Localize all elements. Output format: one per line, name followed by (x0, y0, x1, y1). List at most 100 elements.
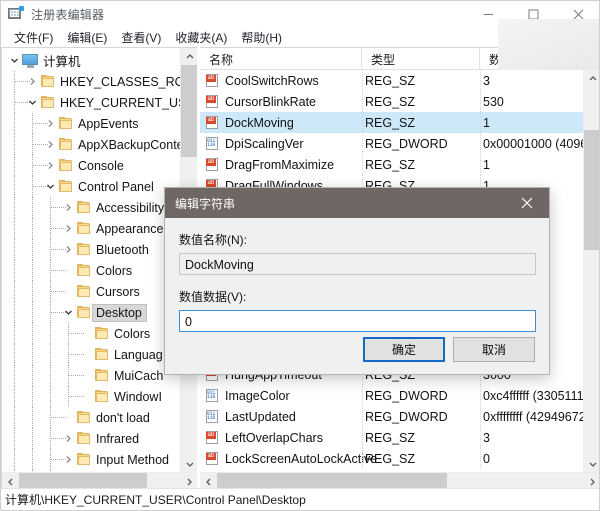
tree-guide-line (50, 344, 51, 365)
tree-item[interactable]: 计算机 (2, 50, 180, 71)
tree-item-label: MuiCach (114, 369, 167, 383)
menu-item-0[interactable]: 文件(F) (7, 27, 60, 48)
tree-item[interactable]: Cursors (2, 281, 180, 302)
table-row[interactable]: 011110ImageColorREG_DWORD0xc4ffffff (330… (200, 385, 600, 406)
dialog-close-icon[interactable] (504, 188, 549, 218)
tree-guide-line (68, 354, 84, 355)
list-scroll-down-icon[interactable] (584, 455, 600, 472)
table-row[interactable]: abCursorBlinkRateREG_SZ530 (200, 91, 600, 112)
tree-guide-line (68, 375, 84, 376)
list-cell-divider (480, 427, 481, 448)
table-row[interactable]: abLockScreenAutoLockActiveREG_SZ0 (200, 448, 600, 469)
list-cell-divider (362, 70, 363, 91)
tree-scroll-down-icon[interactable] (181, 455, 197, 472)
tree-item[interactable]: Accessibility (2, 197, 180, 218)
list-column-header[interactable]: 名称 (200, 48, 362, 70)
value-data-input[interactable]: 0 (179, 310, 536, 332)
table-row[interactable]: 011110LastUpdatedREG_DWORD0xffffffff (42… (200, 406, 600, 427)
tree-item[interactable]: Desktop (2, 302, 180, 323)
list-scroll-up-icon[interactable] (584, 70, 600, 87)
folder-icon (94, 327, 110, 341)
table-row[interactable]: abLeftOverlapCharsREG_SZ3 (200, 427, 600, 448)
tree-item-label: 计算机 (43, 51, 85, 70)
cancel-button[interactable]: 取消 (453, 337, 535, 362)
table-row[interactable]: abCoolSwitchRowsREG_SZ3 (200, 70, 600, 91)
registry-editor-icon (8, 6, 24, 22)
table-row[interactable]: 011110DpiScalingVerREG_DWORD0x00001000 (… (200, 133, 600, 154)
tree-item-label: WindowI (114, 390, 166, 404)
list-vertical-scrollbar[interactable] (583, 70, 600, 472)
tree-guide-line (32, 123, 48, 124)
tree-item[interactable]: HKEY_CURRENT_USER (2, 92, 180, 113)
table-row[interactable]: abDockMovingREG_SZ1 (200, 112, 600, 133)
list-horizontal-scrollbar[interactable] (200, 472, 600, 489)
tree-item[interactable]: AppEvents (2, 113, 180, 134)
tree-scroll-up-icon[interactable] (181, 48, 197, 65)
tree-guide-line (50, 323, 51, 344)
value-name-cell: abDockMoving (200, 116, 362, 130)
folder-icon (58, 180, 74, 194)
tree-item-label: HKEY_CURRENT_USER (60, 96, 180, 110)
list-cell-divider (362, 112, 363, 133)
tree-item-label: Languag (114, 348, 167, 362)
tree-guide-line (50, 207, 66, 208)
tree-item[interactable]: Appearance (2, 218, 180, 239)
tree-item[interactable]: Colors (2, 260, 180, 281)
list-scroll-thumb[interactable] (584, 130, 600, 250)
tree-guide-line (14, 81, 30, 82)
tree-item[interactable]: HKEY_CLASSES_ROOT (2, 71, 180, 92)
list-column-header[interactable]: 类型 (362, 48, 480, 70)
menu-item-4[interactable]: 帮助(H) (234, 27, 289, 48)
tree-guide-line (68, 396, 84, 397)
tree-guide-line (32, 260, 33, 281)
tree-item[interactable]: WindowI (2, 386, 180, 407)
tree-horizontal-scrollbar[interactable] (2, 472, 197, 489)
menu-item-3[interactable]: 收藏夹(A) (168, 27, 234, 48)
tree-guide-line (14, 302, 15, 323)
value-name-label: 数值名称(N): (179, 231, 535, 248)
tree-scroll-thumb[interactable] (181, 65, 197, 157)
tree-item[interactable]: don't load (2, 407, 180, 428)
value-data-cell: 0xffffffff (42949672 (480, 410, 600, 424)
table-row[interactable]: abDragFromMaximizeREG_SZ1 (200, 154, 600, 175)
tree-item[interactable]: Infrared (2, 428, 180, 449)
tree-item[interactable]: Control Panel (2, 176, 180, 197)
value-data-cell: 0 (480, 452, 600, 466)
chevron-down-icon[interactable] (6, 50, 22, 71)
menu-item-1[interactable]: 编辑(E) (60, 27, 114, 48)
value-name-text: CoolSwitchRows (225, 74, 319, 88)
list-cell-divider (362, 385, 363, 406)
tree-guide-line (14, 134, 15, 155)
value-name-input[interactable]: DockMoving (179, 253, 536, 275)
value-name-text: LeftOverlapChars (225, 431, 323, 445)
tree-guide-line (32, 344, 33, 365)
folder-icon (76, 201, 92, 215)
tree-item[interactable]: Input Method (2, 449, 180, 470)
list-cell-divider (480, 133, 481, 154)
tree-item-label: Console (78, 159, 128, 173)
ok-button[interactable]: 确定 (363, 337, 445, 362)
dialog-buttons: 确定 取消 (363, 337, 535, 362)
tree-item[interactable]: Console (2, 155, 180, 176)
tree-item-label: Colors (114, 327, 154, 341)
tree-item[interactable]: Colors (2, 323, 180, 344)
tree-item[interactable]: Languag (2, 344, 180, 365)
folder-icon (58, 159, 74, 173)
tree-item[interactable]: Bluetooth (2, 239, 180, 260)
statusbar-path: 计算机\HKEY_CURRENT_USER\Control Panel\Desk… (5, 491, 306, 508)
tree-guide-line (50, 365, 51, 386)
tree-guide-line (32, 428, 33, 449)
tree-item[interactable]: AppXBackupConter (2, 134, 180, 155)
tree-guide-line (50, 249, 66, 250)
folder-icon (76, 411, 92, 425)
menu-item-2[interactable]: 查看(V) (114, 27, 168, 48)
folder-icon (40, 75, 56, 89)
computer-icon (22, 54, 39, 68)
tree-item[interactable]: MuiCach (2, 365, 180, 386)
tree-guide-line (50, 270, 66, 271)
value-name-cell: abCoolSwitchRows (200, 74, 362, 88)
value-name-text: LastUpdated (225, 410, 296, 424)
edit-string-dialog: 编辑字符串 数值名称(N): DockMoving 数值数据(V): 0 确定 … (164, 187, 550, 375)
tree-item-label: Accessibility (96, 201, 168, 215)
value-type-cell: REG_SZ (362, 452, 480, 466)
